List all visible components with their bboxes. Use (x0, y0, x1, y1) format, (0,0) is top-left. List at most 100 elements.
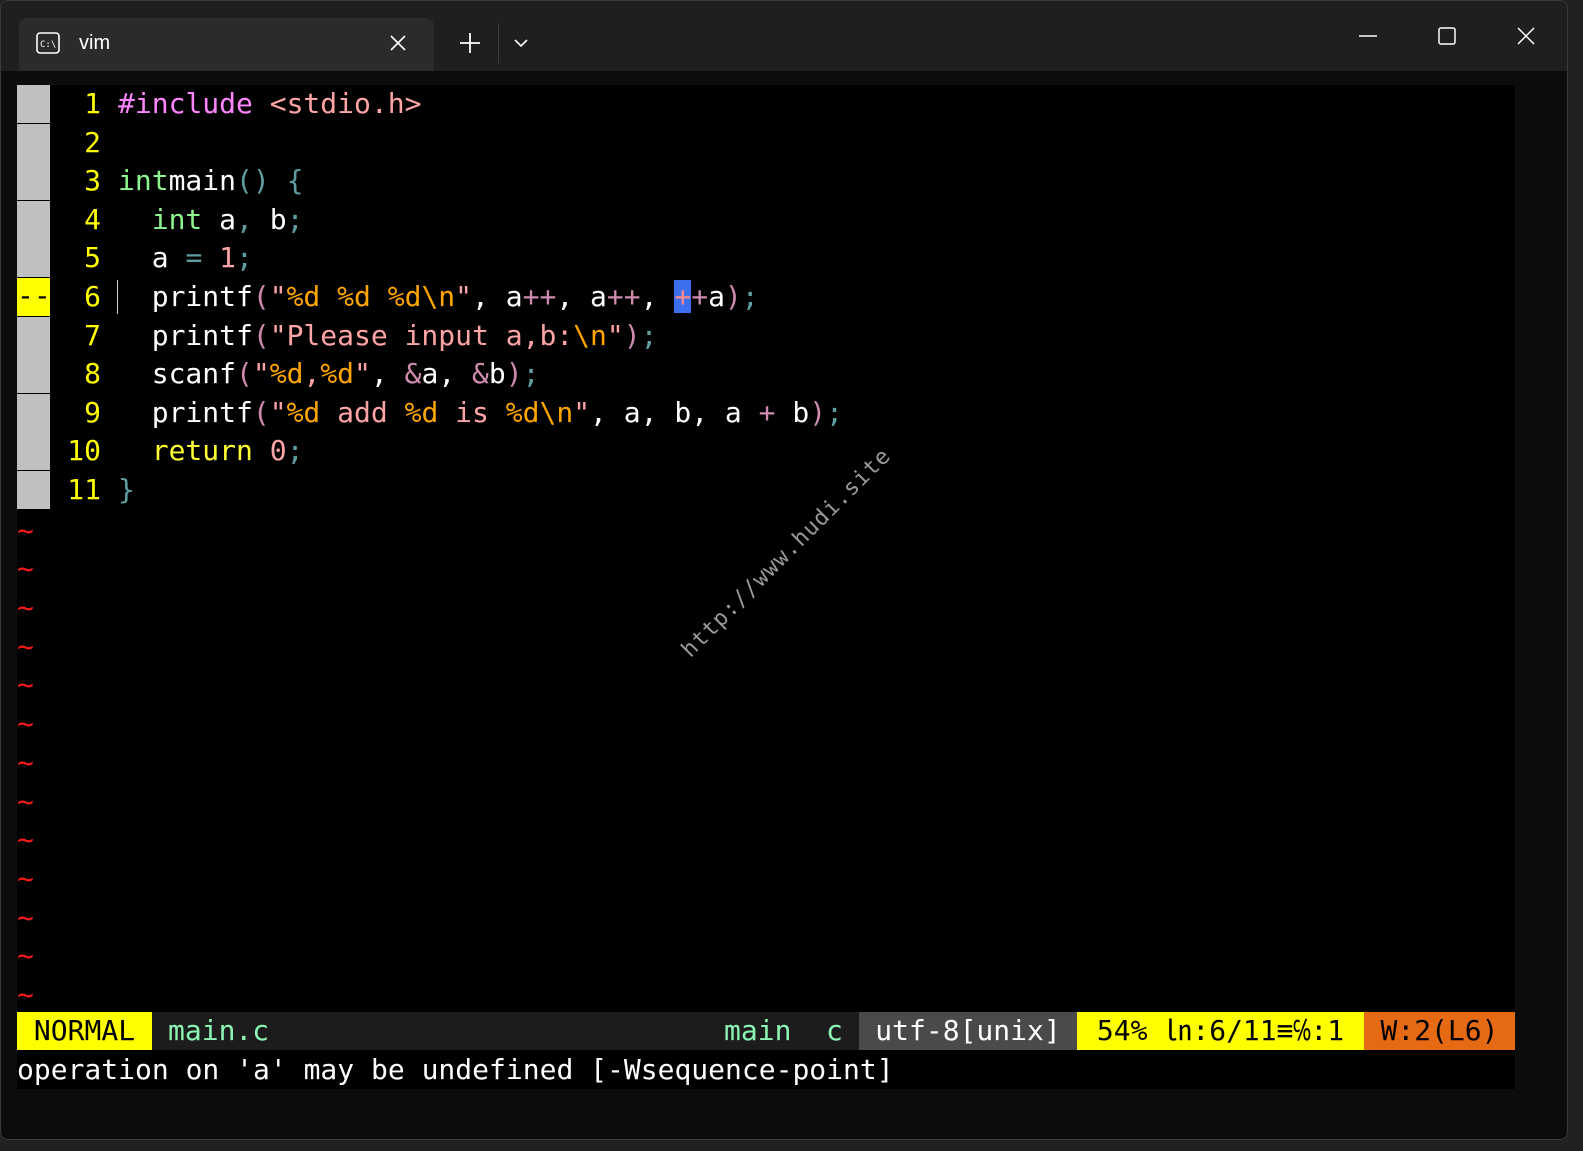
code-token: } (118, 473, 135, 506)
sign-column (17, 393, 50, 432)
tilde-marker: ~ (17, 552, 34, 586)
line-number: 5 (84, 241, 101, 275)
code-line[interactable]: 2 (17, 123, 1515, 162)
code-line[interactable]: 5 a = 1; (17, 239, 1515, 278)
code-line[interactable]: 10 return 0; (17, 432, 1515, 471)
tilde-marker: ~ (17, 591, 34, 624)
tilde-marker: ~ (17, 823, 34, 857)
code-text[interactable]: #include <stdio.h> (118, 85, 421, 123)
close-tab-icon[interactable] (387, 32, 409, 54)
warning-sign: -- (17, 278, 51, 316)
line-number: 7 (84, 318, 101, 352)
code-token: ) (809, 395, 827, 429)
code-token: , a, b, a (590, 395, 759, 429)
status-mode: NORMAL (17, 1012, 152, 1050)
code-token: b (252, 202, 287, 236)
code-token: , a (472, 280, 523, 313)
code-token: %d (337, 280, 371, 313)
code-token: " (269, 395, 287, 429)
tilde-marker: ~ (17, 939, 34, 973)
code-token: " (606, 318, 624, 352)
code-token: , (640, 280, 675, 313)
code-token: ; (286, 434, 304, 468)
code-text[interactable]: printf("%d add %d is %d\n", a, b, a + b)… (118, 394, 843, 432)
code-token: \n (539, 395, 574, 429)
chevron-down-icon[interactable] (511, 34, 531, 52)
line-number: 6 (84, 280, 101, 313)
code-token: a (202, 202, 237, 236)
minimize-icon[interactable] (1351, 19, 1385, 53)
code-text[interactable]: return 0; (118, 432, 304, 470)
code-text[interactable]: } (118, 471, 135, 509)
line-number: 11 (67, 473, 101, 506)
code-token: , (370, 357, 405, 391)
line-number: 4 (84, 202, 101, 236)
code-line[interactable]: 3 intmain() { (17, 162, 1515, 201)
code-text[interactable]: printf("Please input a,b:\n"); (118, 317, 658, 355)
code-text[interactable]: printf("%d %d %d\n", a++, a++, ++a); (118, 278, 759, 316)
maximize-icon[interactable] (1430, 19, 1464, 53)
status-function: main (724, 1014, 792, 1047)
code-line[interactable]: 1 #include <stdio.h> (17, 85, 1515, 123)
code-token: printf (118, 280, 253, 313)
code-token: ( (252, 395, 270, 429)
code-token: b (775, 395, 810, 429)
code-token: %d (505, 395, 540, 429)
code-token: " (354, 357, 371, 391)
code-token: " (455, 280, 473, 313)
code-token: , a (556, 280, 607, 313)
sign-column (17, 162, 50, 201)
code-token: "Please input a,b: (269, 318, 574, 352)
sign-column (17, 471, 50, 509)
code-token: + (758, 395, 776, 429)
sign-column (17, 123, 50, 162)
vim-editor[interactable]: 1 #include <stdio.h> 2 3 intmain() {4 int a,… (17, 85, 1515, 1089)
code-token: , (236, 202, 253, 236)
status-encoding: utf-8[unix] (859, 1012, 1077, 1050)
code-token: ( (236, 357, 253, 391)
line-number: 1 (84, 87, 101, 120)
code-token: ; (286, 202, 304, 236)
tilde-marker: ~ (17, 900, 34, 934)
code-text[interactable]: a = 1; (118, 239, 253, 277)
tab-divider (498, 23, 499, 63)
code-token: " (269, 280, 287, 313)
code-token: " (252, 357, 270, 391)
code-text[interactable]: intmain() { (118, 162, 303, 200)
code-token: a (708, 280, 725, 313)
sign-column (17, 316, 50, 355)
code-token: b (488, 357, 506, 391)
code-token: ) (505, 357, 523, 391)
code-token: is (438, 395, 506, 429)
tab-vim[interactable]: C:\ vim (19, 18, 434, 71)
vim-statusline: NORMAL main.c main c utf-8[unix] 54% ㏑:6… (17, 1012, 1515, 1050)
code-line[interactable]: 4 int a, b; (17, 200, 1515, 239)
tab-title: vim (79, 32, 111, 54)
code-token: ( (252, 318, 270, 352)
code-line[interactable]: 8 scanf("%d,%d", &a, &b); (17, 355, 1515, 394)
tilde-marker: ~ (17, 668, 34, 702)
code-token: main (168, 164, 237, 198)
sign-column (17, 85, 50, 123)
tilde-marker: ~ (17, 861, 34, 895)
code-token: , (303, 357, 321, 391)
sign-column (17, 355, 50, 394)
code-token: + (691, 280, 709, 313)
code-text[interactable]: int a, b; (118, 201, 304, 239)
code-line[interactable]: 9 printf("%d add %d is %d\n", a, b, a + … (17, 393, 1515, 432)
code-line[interactable]: 7 printf("Please input a,b:\n"); (17, 316, 1515, 355)
code-token: " (573, 395, 591, 429)
plus-icon[interactable] (457, 30, 483, 56)
code-token: return (151, 434, 253, 468)
code-token: 1 (202, 241, 237, 275)
close-icon[interactable] (1509, 19, 1543, 53)
code-line[interactable]: -- 6 printf("%d %d %d\n", a++, a++, ++a); (17, 278, 1515, 316)
code-line[interactable]: 11} (17, 471, 1515, 509)
tilde-marker: ~ (17, 629, 34, 663)
code-text[interactable]: scanf("%d,%d", &a, &b); (118, 355, 540, 393)
code-token: ; (236, 241, 253, 275)
code-token: ; (741, 280, 759, 313)
line-number: 3 (84, 164, 101, 198)
